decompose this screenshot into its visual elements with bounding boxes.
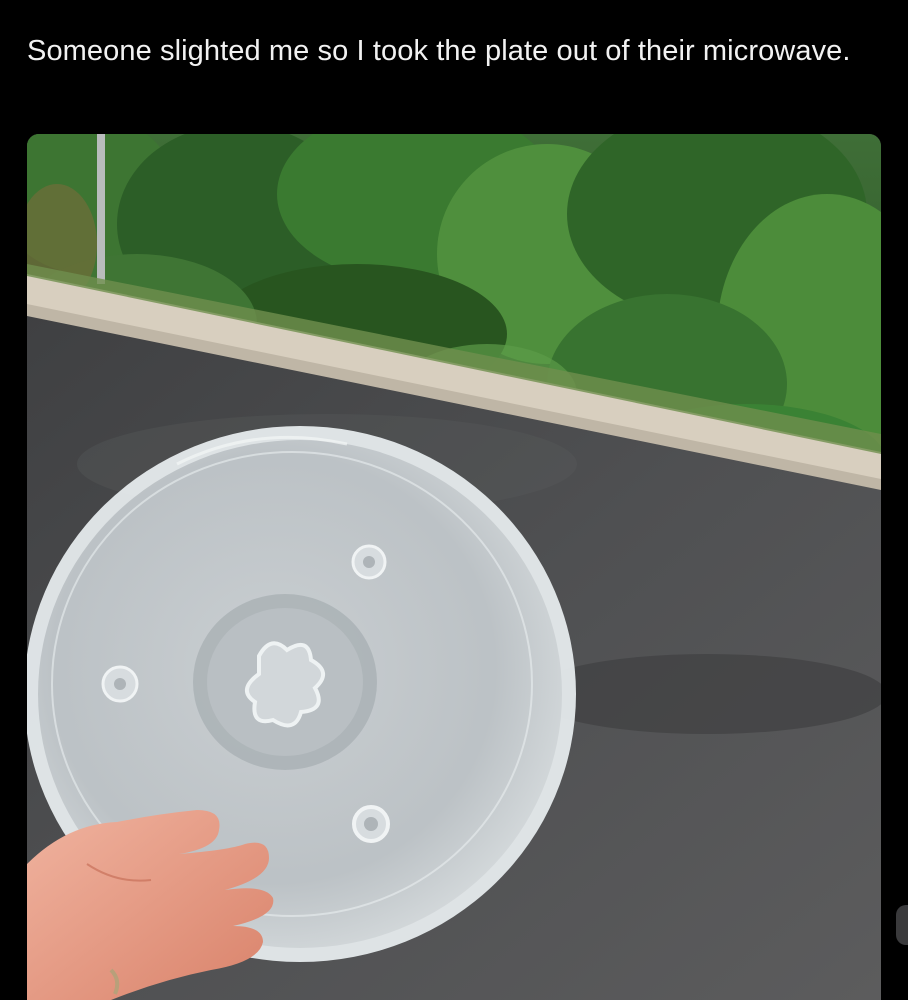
scroll-edge-icon[interactable] (896, 905, 908, 945)
pole-icon (97, 134, 105, 284)
photo-microwave-plate (27, 134, 881, 1000)
post-text: Someone slighted me so I took the plate … (27, 35, 851, 67)
post-card: Someone slighted me so I took the plate … (0, 0, 908, 1000)
post-photo[interactable] (27, 134, 881, 1000)
